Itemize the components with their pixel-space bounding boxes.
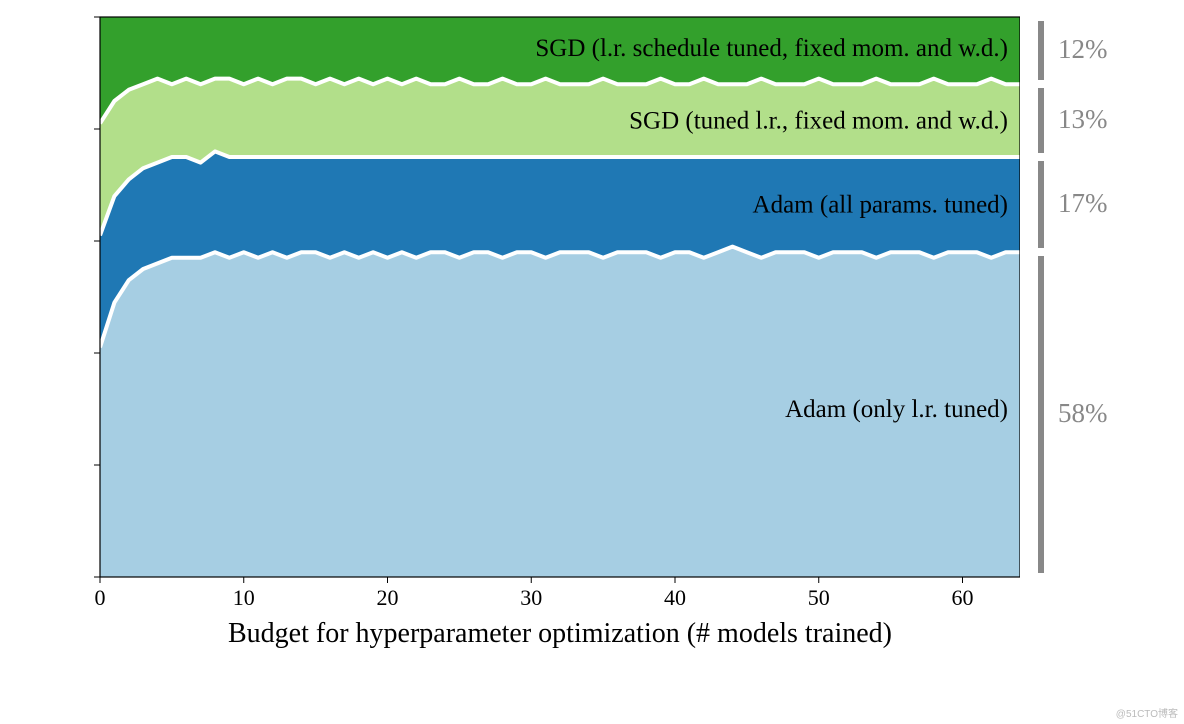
xtick-0: 0 [95,585,106,610]
xtick-20: 20 [377,585,399,610]
xtick-60: 60 [952,585,974,610]
xtick-30: 30 [520,585,542,610]
share-pct-3: 12% [1058,34,1108,65]
watermark: @51CTO博客 [1116,705,1178,720]
xtick-50: 50 [808,585,830,610]
share-bar-3 [1038,21,1044,80]
series-label-2: SGD (tuned l.r., fixed mom. and w.d.) [629,108,1008,135]
share-pct-2: 13% [1058,104,1108,135]
share-pct-0: 58% [1058,398,1108,429]
share-bar-1 [1038,161,1044,248]
series-label-0: Adam (only l.r. tuned) [785,396,1008,423]
stacked-area-chart: 01020304050600.00.20.40.60.81.0Budget fo… [90,12,1020,652]
xtick-10: 10 [233,585,255,610]
x-axis-label: Budget for hyperparameter optimization (… [228,618,892,649]
share-bar-0 [1038,256,1044,573]
series-label-1: Adam (all params. tuned) [753,192,1008,219]
xtick-40: 40 [664,585,686,610]
share-bar-2 [1038,88,1044,153]
series-label-3: SGD (l.r. schedule tuned, fixed mom. and… [535,35,1008,62]
chart-svg: 01020304050600.00.20.40.60.81.0Budget fo… [90,12,1020,652]
share-pct-1: 17% [1058,188,1108,219]
